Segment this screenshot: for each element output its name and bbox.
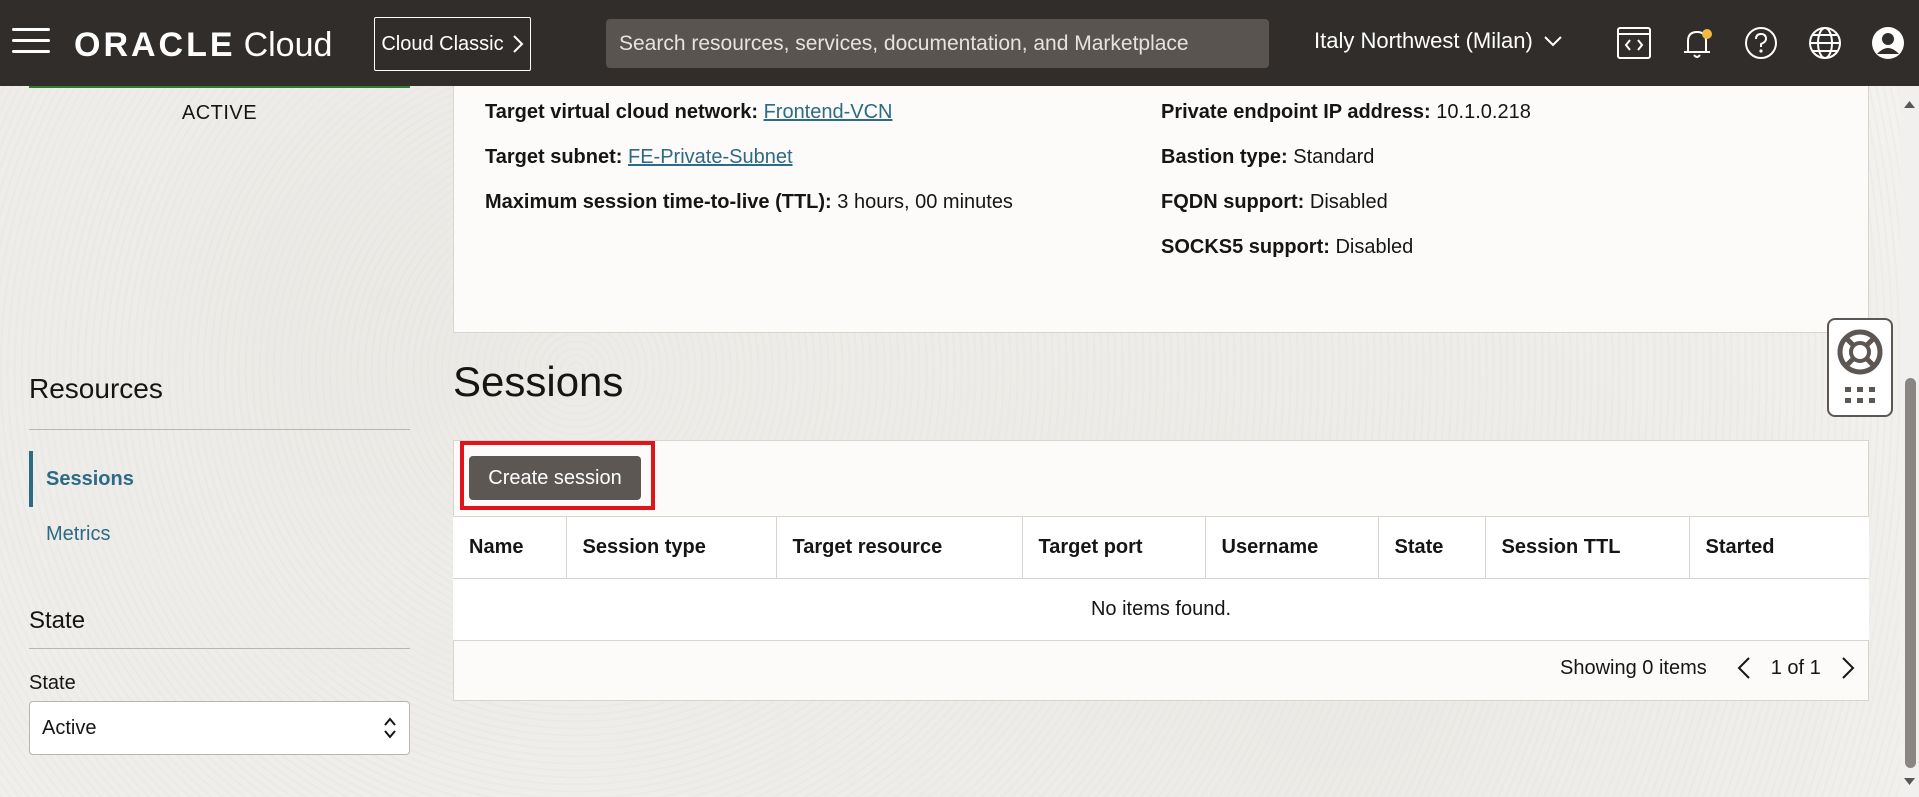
help-support-widget[interactable] (1827, 318, 1893, 417)
region-label: Italy Northwest (Milan) (1314, 28, 1533, 53)
state-selected-value: Active (42, 716, 97, 739)
column-header-session-ttl[interactable]: Session TTL (1485, 516, 1690, 579)
target-vcn-row: Target virtual cloud network: Frontend-V… (485, 101, 893, 124)
code-editor-icon[interactable] (1615, 24, 1653, 62)
bastion-type-label: Bastion type: (1161, 146, 1288, 168)
status-label: ACTIVE (181, 102, 258, 124)
scrollbar-thumb[interactable] (1905, 378, 1916, 768)
search-input[interactable] (619, 31, 1269, 56)
sidebar-item-metrics[interactable]: Metrics (29, 506, 410, 562)
fqdn-row: FQDN support: Disabled (1161, 191, 1388, 214)
private-ip-value: 10.1.0.218 (1436, 101, 1531, 123)
sessions-heading: Sessions (453, 358, 624, 405)
resources-heading: Resources (29, 373, 163, 404)
fqdn-value: Disabled (1309, 191, 1388, 213)
state-filter-label: State (29, 672, 76, 694)
chevron-right-icon (512, 35, 524, 53)
sidebar-item-sessions[interactable]: Sessions (29, 451, 410, 507)
cloud-classic-button[interactable]: Cloud Classic (374, 17, 531, 71)
empty-table-message: No items found. (453, 578, 1869, 641)
table-row: No items found. (453, 578, 1869, 641)
table-header-row: Name Session type Target resource Target… (453, 516, 1869, 579)
column-header-target-port[interactable]: Target port (1022, 516, 1206, 579)
create-session-button[interactable]: Create session (469, 456, 641, 500)
scroll-down-icon[interactable] (1900, 774, 1919, 790)
fqdn-label: FQDN support: (1161, 191, 1305, 213)
max-ttl-row: Maximum session time-to-live (TTL): 3 ho… (485, 191, 1013, 214)
top-navigation-bar: ORACLECloud Cloud Classic Italy Northwes… (0, 0, 1919, 86)
item-count: Showing 0 items (1560, 656, 1707, 679)
column-header-username[interactable]: Username (1205, 516, 1379, 579)
private-ip-row: Private endpoint IP address: 10.1.0.218 (1161, 101, 1531, 124)
socks5-value: Disabled (1335, 236, 1414, 258)
sidebar-item-label: Metrics (46, 522, 111, 545)
bastion-type-row: Bastion type: Standard (1161, 146, 1374, 169)
page-indicator: 1 of 1 (1770, 656, 1821, 679)
column-header-started[interactable]: Started (1689, 516, 1869, 579)
region-selector[interactable]: Italy Northwest (Milan) (1314, 28, 1563, 54)
select-arrows-icon (384, 717, 396, 739)
target-vcn-link[interactable]: Frontend-VCN (764, 101, 893, 123)
next-page-icon[interactable] (1837, 653, 1859, 683)
brand-main: ORACLE (74, 26, 236, 64)
target-subnet-row: Target subnet: FE-Private-Subnet (485, 146, 793, 169)
brand-sub: Cloud (243, 26, 333, 64)
private-ip-label: Private endpoint IP address: (1161, 101, 1431, 123)
cloud-classic-label: Cloud Classic (381, 32, 504, 55)
state-heading: State (29, 607, 86, 634)
oracle-cloud-logo[interactable]: ORACLE Cloud (74, 26, 332, 65)
pagination: Showing 0 items 1 of 1 (1560, 653, 1859, 683)
bastion-details-panel: Target virtual cloud network: Frontend-V… (453, 86, 1869, 333)
max-ttl-value: 3 hours, 00 minutes (837, 191, 1013, 213)
notifications-bell-icon[interactable] (1678, 24, 1716, 62)
chevron-down-icon (1544, 36, 1562, 47)
state-divider (29, 648, 410, 649)
sessions-table: Name Session type Target resource Target… (453, 516, 1869, 641)
column-header-name[interactable]: Name (453, 516, 567, 579)
socks5-label: SOCKS5 support: (1161, 236, 1330, 258)
scroll-up-icon[interactable] (1900, 96, 1919, 112)
previous-page-icon[interactable] (1733, 653, 1755, 683)
column-header-state[interactable]: State (1378, 516, 1486, 579)
bastion-type-value: Standard (1293, 146, 1375, 168)
lifebuoy-icon (1837, 329, 1883, 403)
target-vcn-label: Target virtual cloud network: (485, 101, 758, 123)
hamburger-menu-icon[interactable] (12, 28, 50, 58)
state-select[interactable]: Active (29, 701, 410, 755)
language-globe-icon[interactable] (1806, 24, 1844, 62)
target-subnet-link[interactable]: FE-Private-Subnet (628, 146, 793, 168)
max-ttl-label: Maximum session time-to-live (TTL): (485, 191, 832, 213)
user-profile-icon[interactable] (1869, 24, 1907, 62)
sidebar-item-label: Sessions (46, 467, 134, 490)
target-subnet-label: Target subnet: (485, 146, 623, 168)
search-bar[interactable] (606, 19, 1269, 68)
help-icon[interactable] (1742, 24, 1780, 62)
column-header-target-resource[interactable]: Target resource (776, 516, 1023, 579)
resources-divider (29, 429, 410, 430)
status-bar (29, 86, 410, 88)
column-header-session-type[interactable]: Session type (566, 516, 777, 579)
socks5-row: SOCKS5 support: Disabled (1161, 236, 1413, 259)
